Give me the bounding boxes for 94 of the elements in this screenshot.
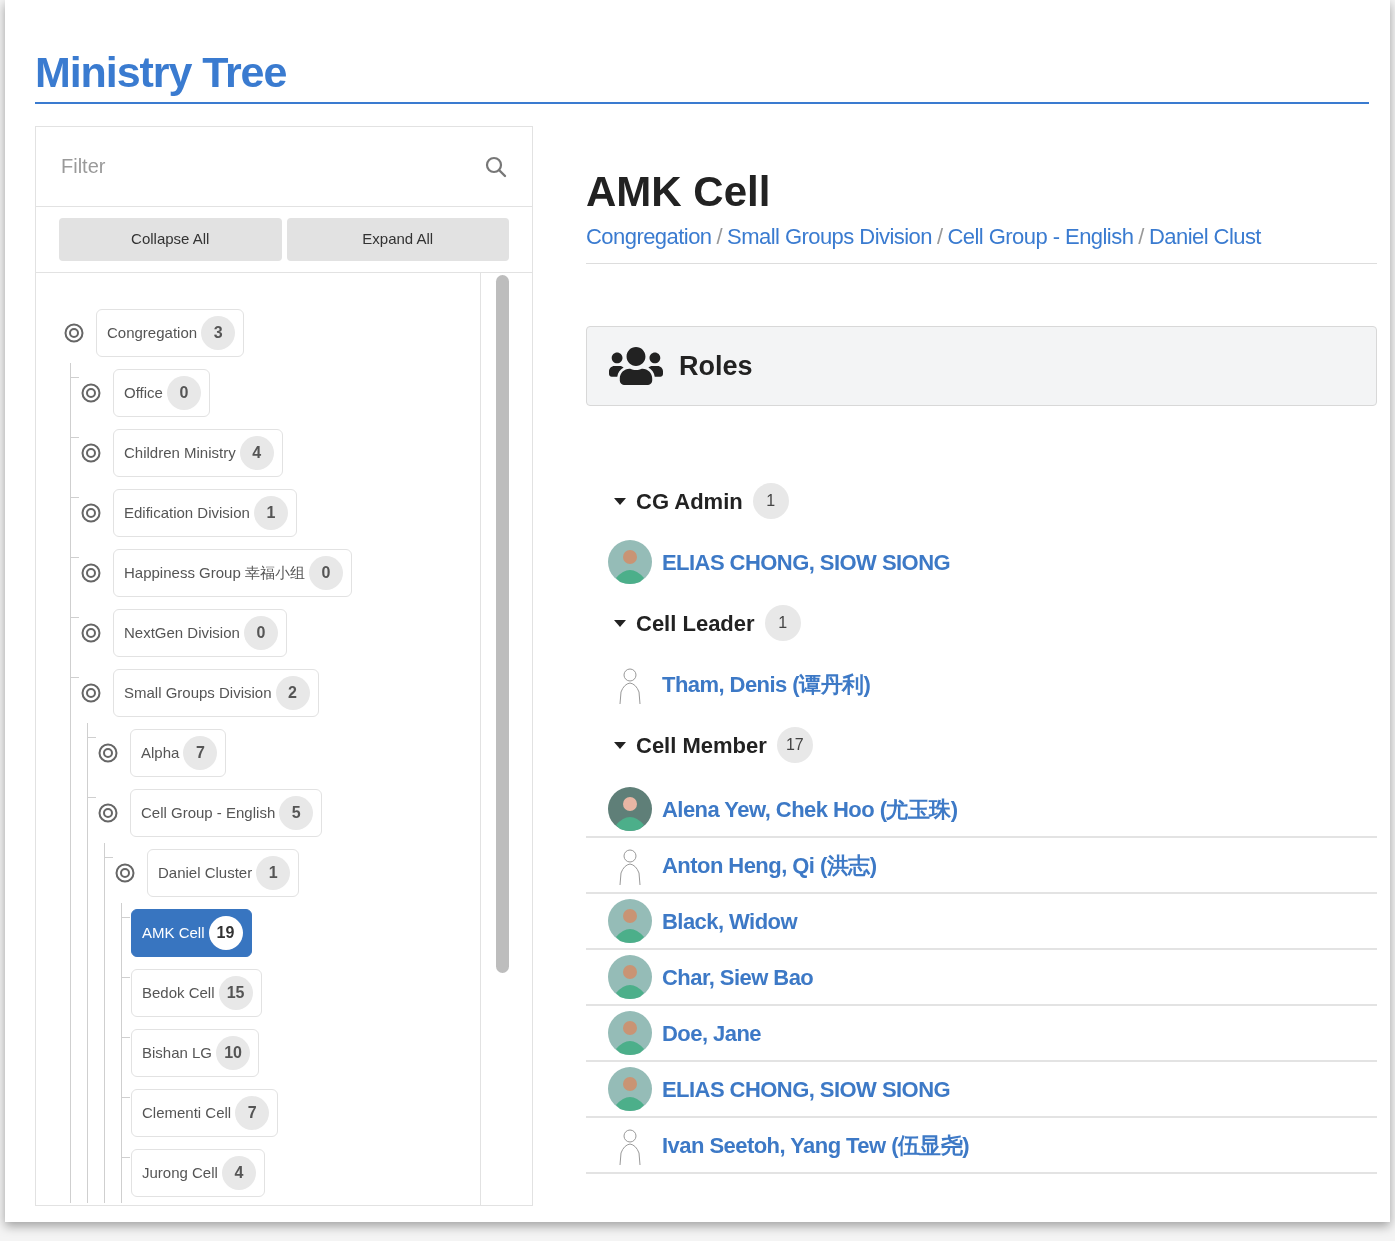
node-label: Children Ministry (124, 442, 236, 463)
node-label: Bedok Cell (142, 982, 215, 1003)
tree-node[interactable]: Jurong Cell 4 (131, 1149, 265, 1197)
breadcrumb-separator: / (1138, 223, 1144, 251)
target-icon[interactable] (81, 623, 101, 643)
target-icon[interactable] (81, 683, 101, 703)
tree-node[interactable]: AMK Cell 19 (131, 909, 252, 957)
node-label: Small Groups Division (124, 682, 272, 703)
role-title: Cell Member (636, 731, 767, 760)
tree-node[interactable]: Happiness Group 幸福小组 0 (113, 549, 352, 597)
node-label: Happiness Group 幸福小组 (124, 562, 305, 583)
member-link[interactable]: ELIAS CHONG, SIOW SIONG (662, 1072, 951, 1106)
count-badge: 19 (208, 916, 243, 950)
page-title: Ministry Tree (35, 47, 288, 98)
breadcrumb-link[interactable]: Cell Group - English (947, 220, 1134, 253)
node-label: Bishan LG (142, 1042, 213, 1063)
target-icon[interactable] (98, 743, 118, 763)
tree-action-button[interactable]: Expand All (286, 218, 509, 261)
target-icon[interactable] (81, 503, 101, 523)
count-badge: 17 (776, 727, 813, 763)
group-title: AMK Cell (586, 167, 772, 217)
search-icon[interactable] (485, 156, 507, 178)
person-avatar (608, 540, 652, 584)
member-link[interactable]: Anton Heng, Qi (洪志) (662, 848, 877, 882)
count-badge: 1 (253, 496, 288, 530)
count-badge: 4 (221, 1156, 256, 1190)
node-label: Cell Group - English (141, 802, 276, 823)
count-badge: 15 (218, 976, 253, 1010)
node-label: Office (124, 382, 163, 403)
member-link[interactable]: Doe, Jane (662, 1016, 761, 1050)
tree-node[interactable]: Children Ministry 4 (113, 429, 283, 477)
person-avatar (608, 1067, 652, 1111)
breadcrumb-separator: / (716, 223, 723, 251)
member-link[interactable]: ELIAS CHONG, SIOW SIONG (662, 545, 951, 579)
filter-field[interactable]: Filter (36, 127, 532, 206)
node-label: Alpha (141, 742, 180, 763)
target-icon[interactable] (81, 383, 101, 403)
tree-node[interactable]: Small Groups Division 2 (113, 669, 319, 717)
member-link[interactable]: Alena Yew, Chek Hoo (尤玉珠) (662, 792, 958, 826)
count-badge: 7 (183, 736, 218, 770)
caret-down-icon[interactable] (614, 739, 626, 751)
breadcrumb-link[interactable]: Daniel Clust (1148, 220, 1261, 253)
target-icon[interactable] (98, 803, 118, 823)
count-badge: 2 (275, 676, 310, 710)
count-badge: 10 (216, 1036, 251, 1070)
tree-action-button[interactable]: Collapse All (59, 218, 282, 261)
count-badge: 4 (239, 436, 274, 470)
tree-node[interactable]: Daniel Cluster 1 (147, 849, 300, 897)
count-badge: 5 (279, 796, 314, 830)
tree-node[interactable]: Alpha 7 (130, 729, 227, 777)
person-avatar (608, 955, 652, 999)
tree-node[interactable]: Office 0 (113, 369, 210, 417)
role-title: CG Admin (636, 487, 743, 516)
breadcrumb-link[interactable]: Small Groups Division (727, 220, 932, 253)
tree-node[interactable]: Bishan LG 10 (131, 1029, 260, 1077)
count-badge: 1 (752, 483, 789, 519)
target-icon[interactable] (64, 323, 84, 343)
person-avatar (608, 1011, 652, 1055)
caret-down-icon[interactable] (614, 617, 626, 629)
scrollbar-thumb[interactable] (496, 275, 509, 973)
count-badge: 0 (166, 376, 201, 410)
member-link[interactable]: Black, Widow (662, 904, 797, 938)
count-badge: 1 (764, 605, 801, 641)
role-title: Cell Leader (636, 609, 755, 638)
panel-title: Roles (679, 349, 753, 383)
target-icon[interactable] (81, 443, 101, 463)
node-label: Daniel Cluster (158, 862, 253, 883)
count-badge: 0 (308, 556, 343, 590)
tree-node[interactable]: Clementi Cell 7 (131, 1089, 279, 1137)
tree-node[interactable]: Congregation 3 (96, 309, 245, 357)
node-label: Jurong Cell (142, 1162, 218, 1183)
count-badge: 0 (243, 616, 278, 650)
member-link[interactable]: Ivan Seetoh, Yang Tew (伍显尧) (662, 1128, 970, 1162)
node-label: AMK Cell (142, 922, 205, 943)
tree-node[interactable]: NextGen Division 0 (113, 609, 287, 657)
count-badge: 3 (201, 316, 236, 350)
count-badge: 7 (235, 1096, 270, 1130)
node-label: NextGen Division (124, 622, 240, 643)
tree-node[interactable]: Bedok Cell 15 (131, 969, 262, 1017)
node-label: Clementi Cell (142, 1102, 232, 1123)
tree-node[interactable]: Edification Division 1 (113, 489, 297, 537)
tree-node[interactable]: Cell Group - English 5 (130, 789, 323, 837)
count-badge: 1 (256, 856, 291, 890)
member-link[interactable]: Tham, Denis (谭丹利) (662, 667, 871, 701)
caret-down-icon[interactable] (614, 495, 626, 507)
person-avatar (608, 899, 652, 943)
target-icon[interactable] (81, 563, 101, 583)
node-label: Congregation (107, 322, 198, 343)
person-avatar (608, 787, 652, 831)
target-icon[interactable] (115, 863, 135, 883)
breadcrumb-link[interactable]: Congregation (586, 220, 712, 253)
node-label: Edification Division (124, 502, 250, 523)
breadcrumb-separator: / (936, 223, 943, 251)
member-link[interactable]: Char, Siew Bao (662, 960, 814, 994)
